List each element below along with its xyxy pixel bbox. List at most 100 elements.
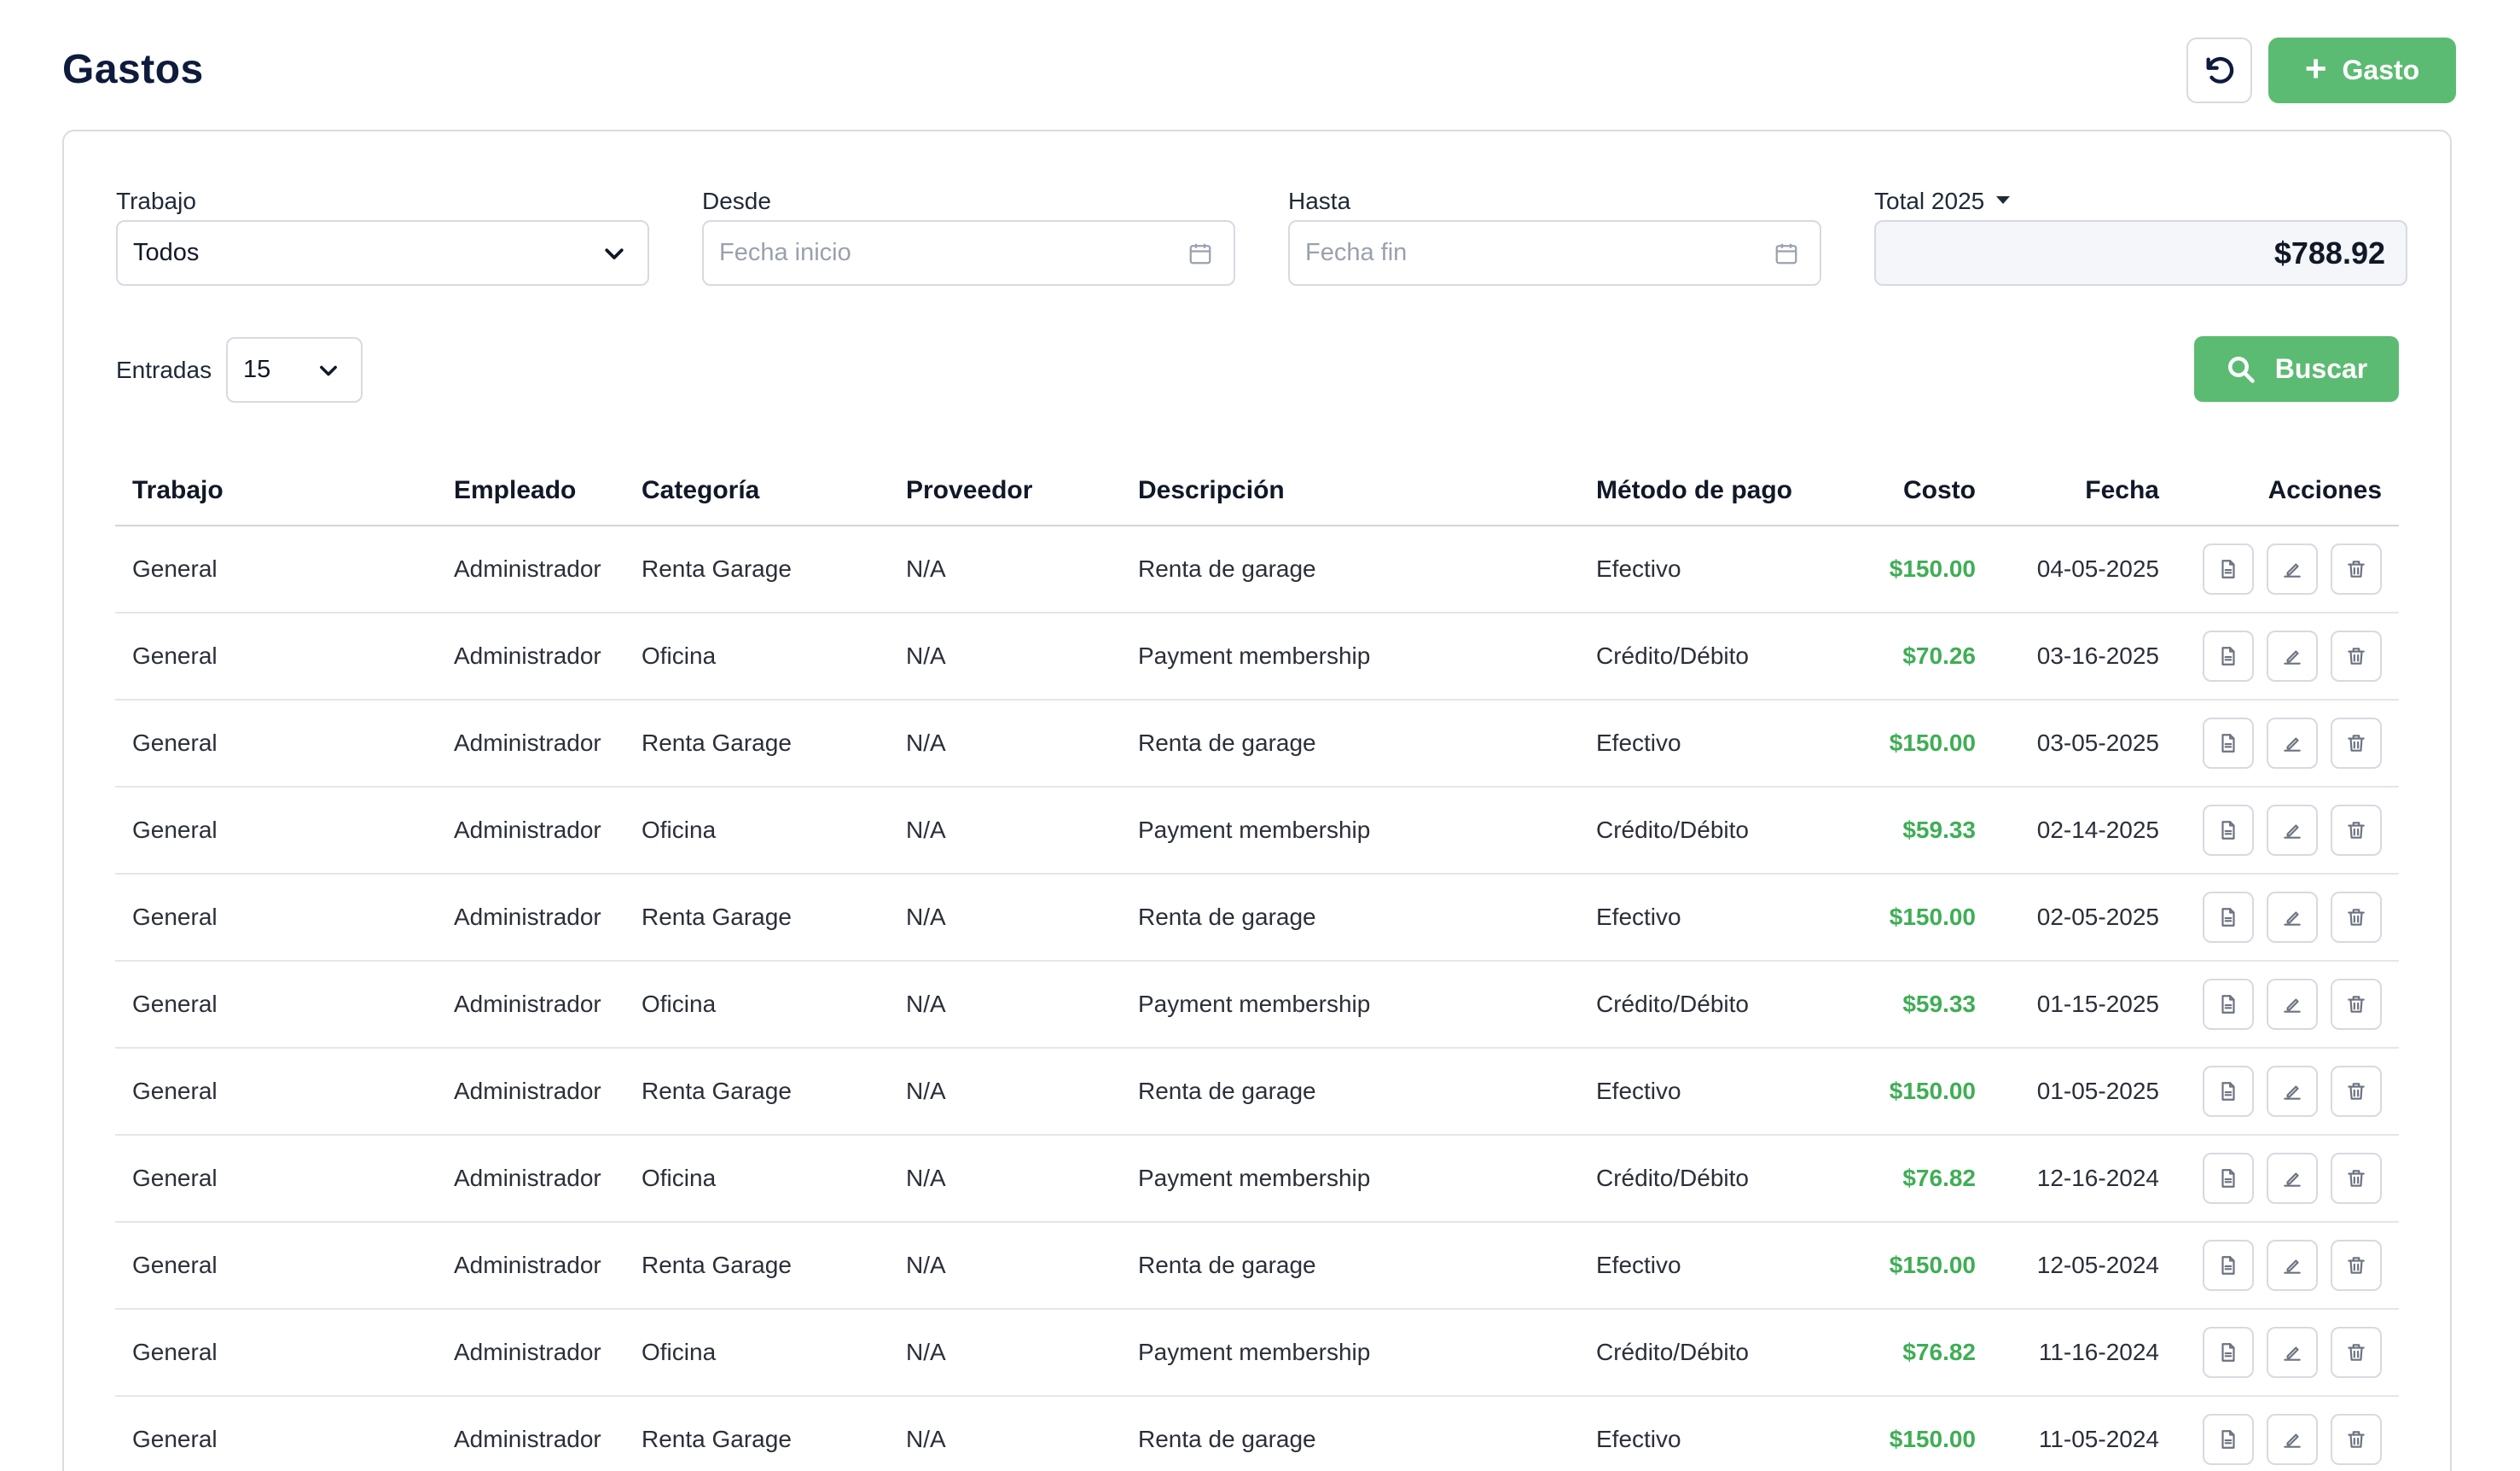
refresh-button[interactable] bbox=[2186, 38, 2252, 103]
cell-categoria: Renta Garage bbox=[624, 700, 889, 788]
table-row: General Administrador Oficina N/A Payment me… bbox=[115, 787, 2399, 875]
delete-button[interactable] bbox=[2331, 1153, 2382, 1204]
view-receipt-button[interactable] bbox=[2203, 805, 2254, 856]
cell-trabajo: General bbox=[115, 700, 437, 788]
calendar-icon[interactable] bbox=[1187, 241, 1213, 266]
table-body: General Administrador Renta Garage N/A Renta… bbox=[115, 526, 2399, 1471]
cell-metodo-pago: Crédito/Débito bbox=[1579, 787, 1852, 875]
file-icon bbox=[2221, 908, 2235, 927]
cell-descripcion: Renta de garage bbox=[1121, 1222, 1579, 1310]
desde-date-input[interactable]: Fecha inicio bbox=[702, 220, 1235, 286]
cell-costo: $150.00 bbox=[1852, 1396, 1993, 1471]
add-expense-button[interactable]: + Gasto bbox=[2268, 38, 2456, 103]
cell-descripcion: Renta de garage bbox=[1121, 526, 1579, 613]
cell-metodo-pago: Efectivo bbox=[1579, 700, 1852, 788]
cell-costo: $150.00 bbox=[1852, 526, 1993, 613]
row-actions bbox=[2193, 892, 2399, 943]
delete-button[interactable] bbox=[2331, 1066, 2382, 1117]
total-year-selector[interactable]: Total 2025 bbox=[1874, 188, 2011, 215]
desde-placeholder: Fecha inicio bbox=[719, 239, 851, 266]
file-icon bbox=[2221, 1082, 2235, 1101]
edit-button[interactable] bbox=[2267, 631, 2318, 682]
edit-button[interactable] bbox=[2267, 1240, 2318, 1291]
delete-button[interactable] bbox=[2331, 718, 2382, 769]
delete-button[interactable] bbox=[2331, 805, 2382, 856]
cell-acciones bbox=[2176, 700, 2399, 788]
edit-button[interactable] bbox=[2267, 1066, 2318, 1117]
cell-empleado: Administrador bbox=[437, 1222, 624, 1310]
cell-costo: $150.00 bbox=[1852, 1222, 1993, 1310]
cell-empleado: Administrador bbox=[437, 787, 624, 875]
view-receipt-button[interactable] bbox=[2203, 1240, 2254, 1291]
cell-categoria: Renta Garage bbox=[624, 526, 889, 613]
cell-empleado: Administrador bbox=[437, 613, 624, 701]
view-receipt-button[interactable] bbox=[2203, 544, 2254, 595]
cell-empleado: Administrador bbox=[437, 1135, 624, 1223]
edit-icon bbox=[2284, 650, 2301, 665]
column-header-categoria[interactable]: Categoría bbox=[624, 456, 889, 526]
view-receipt-button[interactable] bbox=[2203, 718, 2254, 769]
column-header-fecha[interactable]: Fecha bbox=[1993, 456, 2176, 526]
edit-icon bbox=[2284, 998, 2301, 1013]
entradas-select[interactable]: 15 bbox=[226, 337, 363, 403]
view-receipt-button[interactable] bbox=[2203, 979, 2254, 1030]
column-header-trabajo[interactable]: Trabajo bbox=[115, 456, 437, 526]
view-receipt-button[interactable] bbox=[2203, 1153, 2254, 1204]
column-header-proveedor[interactable]: Proveedor bbox=[889, 456, 1121, 526]
cell-descripcion: Renta de garage bbox=[1121, 1396, 1579, 1471]
view-receipt-button[interactable] bbox=[2203, 892, 2254, 943]
chevron-down-icon bbox=[605, 247, 624, 259]
cell-categoria: Oficina bbox=[624, 961, 889, 1049]
view-receipt-button[interactable] bbox=[2203, 631, 2254, 682]
delete-button[interactable] bbox=[2331, 631, 2382, 682]
total-value: $788.92 bbox=[2273, 235, 2385, 270]
cell-costo: $150.00 bbox=[1852, 1048, 1993, 1136]
column-header-acciones: Acciones bbox=[2176, 456, 2399, 526]
delete-button[interactable] bbox=[2331, 544, 2382, 595]
view-receipt-button[interactable] bbox=[2203, 1327, 2254, 1378]
edit-button[interactable] bbox=[2267, 892, 2318, 943]
column-header-empleado[interactable]: Empleado bbox=[437, 456, 624, 526]
edit-icon bbox=[2284, 737, 2301, 752]
view-receipt-button[interactable] bbox=[2203, 1066, 2254, 1117]
file-icon bbox=[2221, 1169, 2235, 1188]
table-row: General Administrador Oficina N/A Payment me… bbox=[115, 1309, 2399, 1397]
calendar-icon[interactable] bbox=[1774, 241, 1799, 266]
cell-trabajo: General bbox=[115, 787, 437, 875]
delete-button[interactable] bbox=[2331, 892, 2382, 943]
trabajo-select[interactable]: Todos bbox=[116, 220, 649, 286]
edit-icon bbox=[2284, 563, 2301, 578]
delete-button[interactable] bbox=[2331, 1414, 2382, 1465]
cell-empleado: Administrador bbox=[437, 526, 624, 613]
search-button-label: Buscar bbox=[2274, 353, 2368, 384]
view-receipt-button[interactable] bbox=[2203, 1414, 2254, 1465]
edit-button[interactable] bbox=[2267, 1327, 2318, 1378]
cell-costo: $59.33 bbox=[1852, 961, 1993, 1049]
column-header-descripcion[interactable]: Descripción bbox=[1121, 456, 1579, 526]
column-header-costo[interactable]: Costo bbox=[1852, 456, 1993, 526]
edit-icon bbox=[2284, 824, 2301, 839]
hasta-date-input[interactable]: Fecha fin bbox=[1288, 220, 1821, 286]
delete-button[interactable] bbox=[2331, 1327, 2382, 1378]
cell-proveedor: N/A bbox=[889, 1309, 1121, 1397]
cell-fecha: 04-05-2025 bbox=[1993, 526, 2176, 613]
trash-icon bbox=[2348, 909, 2365, 926]
edit-button[interactable] bbox=[2267, 1153, 2318, 1204]
edit-button[interactable] bbox=[2267, 1414, 2318, 1465]
column-header-metodo-pago[interactable]: Método de pago bbox=[1579, 456, 1852, 526]
edit-icon bbox=[2284, 1346, 2301, 1361]
edit-button[interactable] bbox=[2267, 544, 2318, 595]
delete-button[interactable] bbox=[2331, 1240, 2382, 1291]
trabajo-label: Trabajo bbox=[116, 188, 196, 214]
edit-button[interactable] bbox=[2267, 718, 2318, 769]
cell-empleado: Administrador bbox=[437, 1396, 624, 1471]
row-actions bbox=[2193, 544, 2399, 595]
cell-trabajo: General bbox=[115, 874, 437, 962]
edit-button[interactable] bbox=[2267, 979, 2318, 1030]
cell-costo: $150.00 bbox=[1852, 874, 1993, 962]
delete-button[interactable] bbox=[2331, 979, 2382, 1030]
expenses-table: Trabajo Empleado Categoría Proveedor Des… bbox=[115, 456, 2399, 1471]
cell-proveedor: N/A bbox=[889, 700, 1121, 788]
search-button[interactable]: Buscar bbox=[2194, 336, 2399, 402]
edit-button[interactable] bbox=[2267, 805, 2318, 856]
